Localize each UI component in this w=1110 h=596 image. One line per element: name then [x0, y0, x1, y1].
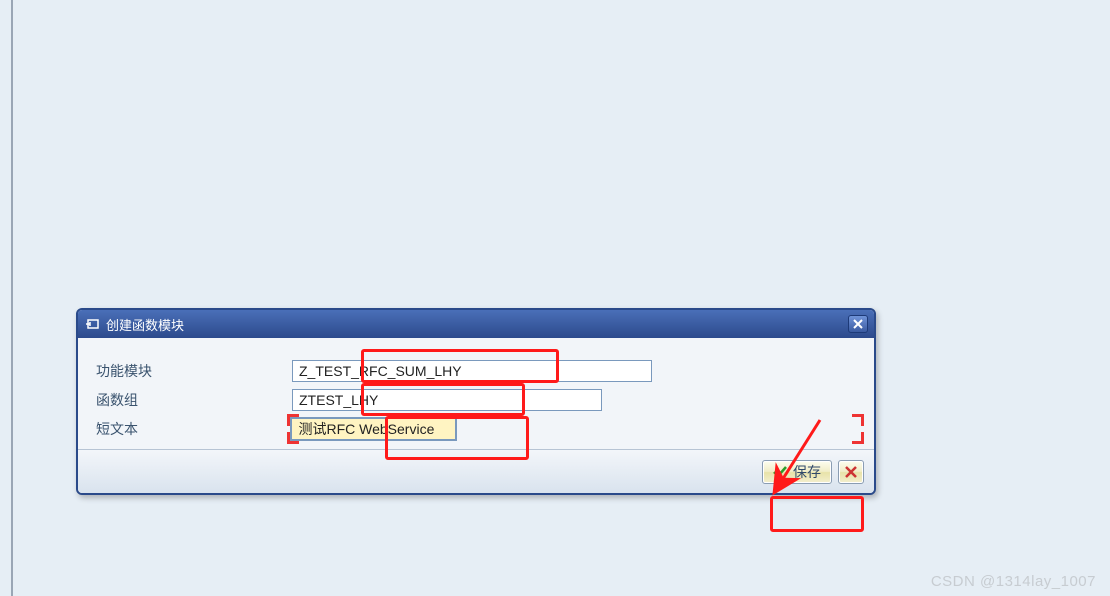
page-left-border: [11, 0, 13, 596]
input-short-text[interactable]: [291, 418, 456, 440]
cancel-icon: [845, 466, 857, 478]
row-short-text: 短文本: [92, 414, 860, 443]
check-icon: [773, 466, 787, 478]
dialog-titlebar[interactable]: 创建函数模块: [78, 310, 874, 338]
input-function-group[interactable]: [292, 389, 602, 411]
dialog-footer: 保存: [78, 449, 874, 493]
save-button-label: 保存: [793, 462, 821, 482]
required-marker-icon: [852, 414, 864, 426]
create-function-module-dialog: 创建函数模块 功能模块 函数组 短文本 保存: [76, 308, 876, 495]
row-function-group: 函数组: [92, 385, 860, 414]
label-function-group: 函数组: [92, 390, 292, 410]
save-button[interactable]: 保存: [762, 460, 832, 484]
close-icon: [853, 319, 863, 329]
dialog-icon: [86, 318, 100, 330]
close-button[interactable]: [848, 315, 868, 333]
dialog-title: 创建函数模块: [106, 315, 184, 334]
required-marker-icon: [852, 432, 864, 444]
cancel-button[interactable]: [838, 460, 864, 484]
label-function-module: 功能模块: [92, 361, 292, 381]
input-function-module[interactable]: [292, 360, 652, 382]
watermark-text: CSDN @1314lay_1007: [931, 573, 1096, 590]
annotation-highlight-save: [770, 496, 864, 532]
label-short-text: 短文本: [92, 419, 291, 439]
dialog-body: 功能模块 函数组 短文本: [78, 338, 874, 449]
row-function-module: 功能模块: [92, 356, 860, 385]
